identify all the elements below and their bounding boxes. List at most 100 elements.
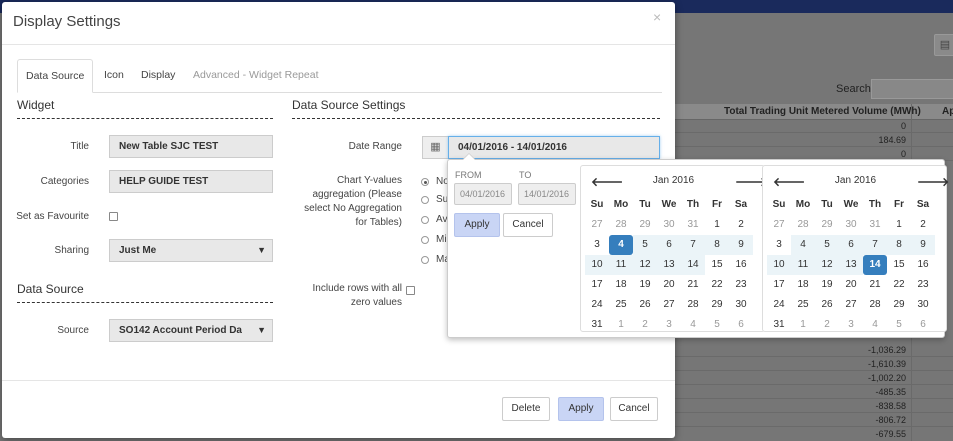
calendar-day[interactable]: 23	[729, 275, 753, 295]
calendar-day[interactable]: 8	[887, 235, 911, 255]
sharing-select[interactable]: Just Me ▼	[109, 239, 273, 262]
calendar-day[interactable]: 30	[839, 215, 863, 235]
calendar-day[interactable]: 6	[657, 235, 681, 255]
picker-cancel-button[interactable]: Cancel	[503, 213, 553, 237]
calendar-day[interactable]: 31	[863, 215, 887, 235]
calendar-day[interactable]: 28	[863, 295, 887, 315]
calendar-day[interactable]: 5	[815, 235, 839, 255]
calendar-day[interactable]: 7	[863, 235, 887, 255]
apply-button[interactable]: Apply	[558, 397, 604, 421]
agg-radio-average[interactable]	[421, 216, 429, 224]
calendar-day[interactable]: 12	[815, 255, 839, 275]
calendar-day[interactable]: 6	[839, 235, 863, 255]
calendar-day[interactable]: 15	[705, 255, 729, 275]
calendar-day[interactable]: 22	[705, 275, 729, 295]
calendar-day[interactable]: 4	[681, 315, 705, 335]
calendar-day[interactable]: 28	[791, 215, 815, 235]
from-input[interactable]: 04/01/2016	[454, 183, 512, 205]
calendar-day[interactable]: 29	[633, 215, 657, 235]
calendar-day[interactable]: 30	[729, 295, 753, 315]
calendar-day[interactable]: 26	[815, 295, 839, 315]
calendar-day[interactable]: 5	[633, 235, 657, 255]
source-select[interactable]: SO142 Account Period Da ▼	[109, 319, 273, 342]
calendar-day[interactable]: 20	[839, 275, 863, 295]
search-input[interactable]	[871, 79, 953, 99]
calendar-day[interactable]: 10	[585, 255, 609, 275]
calendar-day[interactable]: 3	[657, 315, 681, 335]
calendar-day[interactable]: 23	[911, 275, 935, 295]
calendar-day[interactable]: 16	[729, 255, 753, 275]
calendar-day[interactable]: 21	[681, 275, 705, 295]
calendar-day[interactable]: 24	[767, 295, 791, 315]
zero-rows-checkbox[interactable]	[406, 286, 415, 295]
calendar-day[interactable]: 13	[657, 255, 681, 275]
calendar-day[interactable]: 5	[705, 315, 729, 335]
to-input[interactable]: 14/01/2016	[518, 183, 576, 205]
calendar-day[interactable]: 13	[839, 255, 863, 275]
calendar-day[interactable]: 1	[705, 215, 729, 235]
calendar-day[interactable]: 6	[729, 315, 753, 335]
calendar-day[interactable]: 29	[887, 295, 911, 315]
calendar-day[interactable]: 29	[815, 215, 839, 235]
calendar-day[interactable]: 14	[681, 255, 705, 275]
calendar-day[interactable]: 10	[767, 255, 791, 275]
calendar-day[interactable]: 25	[791, 295, 815, 315]
calendar-day[interactable]: 18	[791, 275, 815, 295]
calendar-day[interactable]: 21	[863, 275, 887, 295]
calendar-day[interactable]: 31	[767, 315, 791, 335]
calendar-day[interactable]: 1	[887, 215, 911, 235]
calendar-day[interactable]: 17	[585, 275, 609, 295]
calendar-day[interactable]: 3	[767, 235, 791, 255]
next-month-icon[interactable]: 🡒	[917, 174, 949, 189]
calendar-day[interactable]: 5	[887, 315, 911, 335]
tab-data-source[interactable]: Data Source	[17, 59, 94, 93]
calendar-day[interactable]: 27	[767, 215, 791, 235]
calendar-day[interactable]: 16	[911, 255, 935, 275]
calendar-day[interactable]: 26	[633, 295, 657, 315]
calendar-day[interactable]: 14	[863, 255, 887, 275]
categories-input[interactable]: HELP GUIDE TEST	[109, 170, 273, 193]
delete-button[interactable]: Delete	[502, 397, 550, 421]
calendar-day[interactable]: 20	[657, 275, 681, 295]
calendar-day[interactable]: 6	[911, 315, 935, 335]
tab-advanced-widget-repeat[interactable]: Advanced - Widget Repeat	[185, 59, 327, 93]
calendar-day[interactable]: 1	[791, 315, 815, 335]
calendar-day[interactable]: 7	[681, 235, 705, 255]
calendar-day[interactable]: 4	[791, 235, 815, 255]
calendar-day[interactable]: 12	[633, 255, 657, 275]
calendar-day[interactable]: 9	[729, 235, 753, 255]
calendar-day[interactable]: 2	[729, 215, 753, 235]
tab-icon[interactable]: Icon	[96, 59, 132, 93]
calendar-day[interactable]: 25	[609, 295, 633, 315]
calendar-day[interactable]: 11	[791, 255, 815, 275]
calendar-day[interactable]: 9	[911, 235, 935, 255]
calendar-day[interactable]: 28	[609, 215, 633, 235]
calendar-day[interactable]: 31	[585, 315, 609, 335]
calendar-day[interactable]: 27	[585, 215, 609, 235]
favourite-checkbox[interactable]	[109, 212, 118, 221]
calendar-day[interactable]: 4	[863, 315, 887, 335]
calendar-day[interactable]: 8	[705, 235, 729, 255]
calendar-day[interactable]: 3	[839, 315, 863, 335]
calendar-day[interactable]: 2	[633, 315, 657, 335]
calendar-day[interactable]: 30	[911, 295, 935, 315]
calendar-day[interactable]: 15	[887, 255, 911, 275]
calendar-day[interactable]: 24	[585, 295, 609, 315]
calendar-day[interactable]: 22	[887, 275, 911, 295]
calendar-day[interactable]: 30	[657, 215, 681, 235]
agg-radio-max[interactable]	[421, 256, 429, 264]
calendar-day[interactable]: 19	[633, 275, 657, 295]
title-input[interactable]: New Table SJC TEST	[109, 135, 273, 158]
calendar-day[interactable]: 1	[609, 315, 633, 335]
export-icon[interactable]: ▤	[934, 34, 953, 56]
calendar-icon[interactable]: ▦	[422, 136, 449, 159]
tab-display[interactable]: Display	[133, 59, 183, 93]
agg-radio-sum[interactable]	[421, 196, 429, 204]
calendar-day[interactable]: 28	[681, 295, 705, 315]
agg-radio-none[interactable]	[421, 178, 429, 186]
date-range-input[interactable]: 04/01/2016 - 14/01/2016	[448, 136, 660, 159]
cancel-button[interactable]: Cancel	[610, 397, 658, 421]
calendar-day[interactable]: 2	[815, 315, 839, 335]
calendar-day[interactable]: 18	[609, 275, 633, 295]
close-icon[interactable]: ×	[653, 9, 661, 25]
